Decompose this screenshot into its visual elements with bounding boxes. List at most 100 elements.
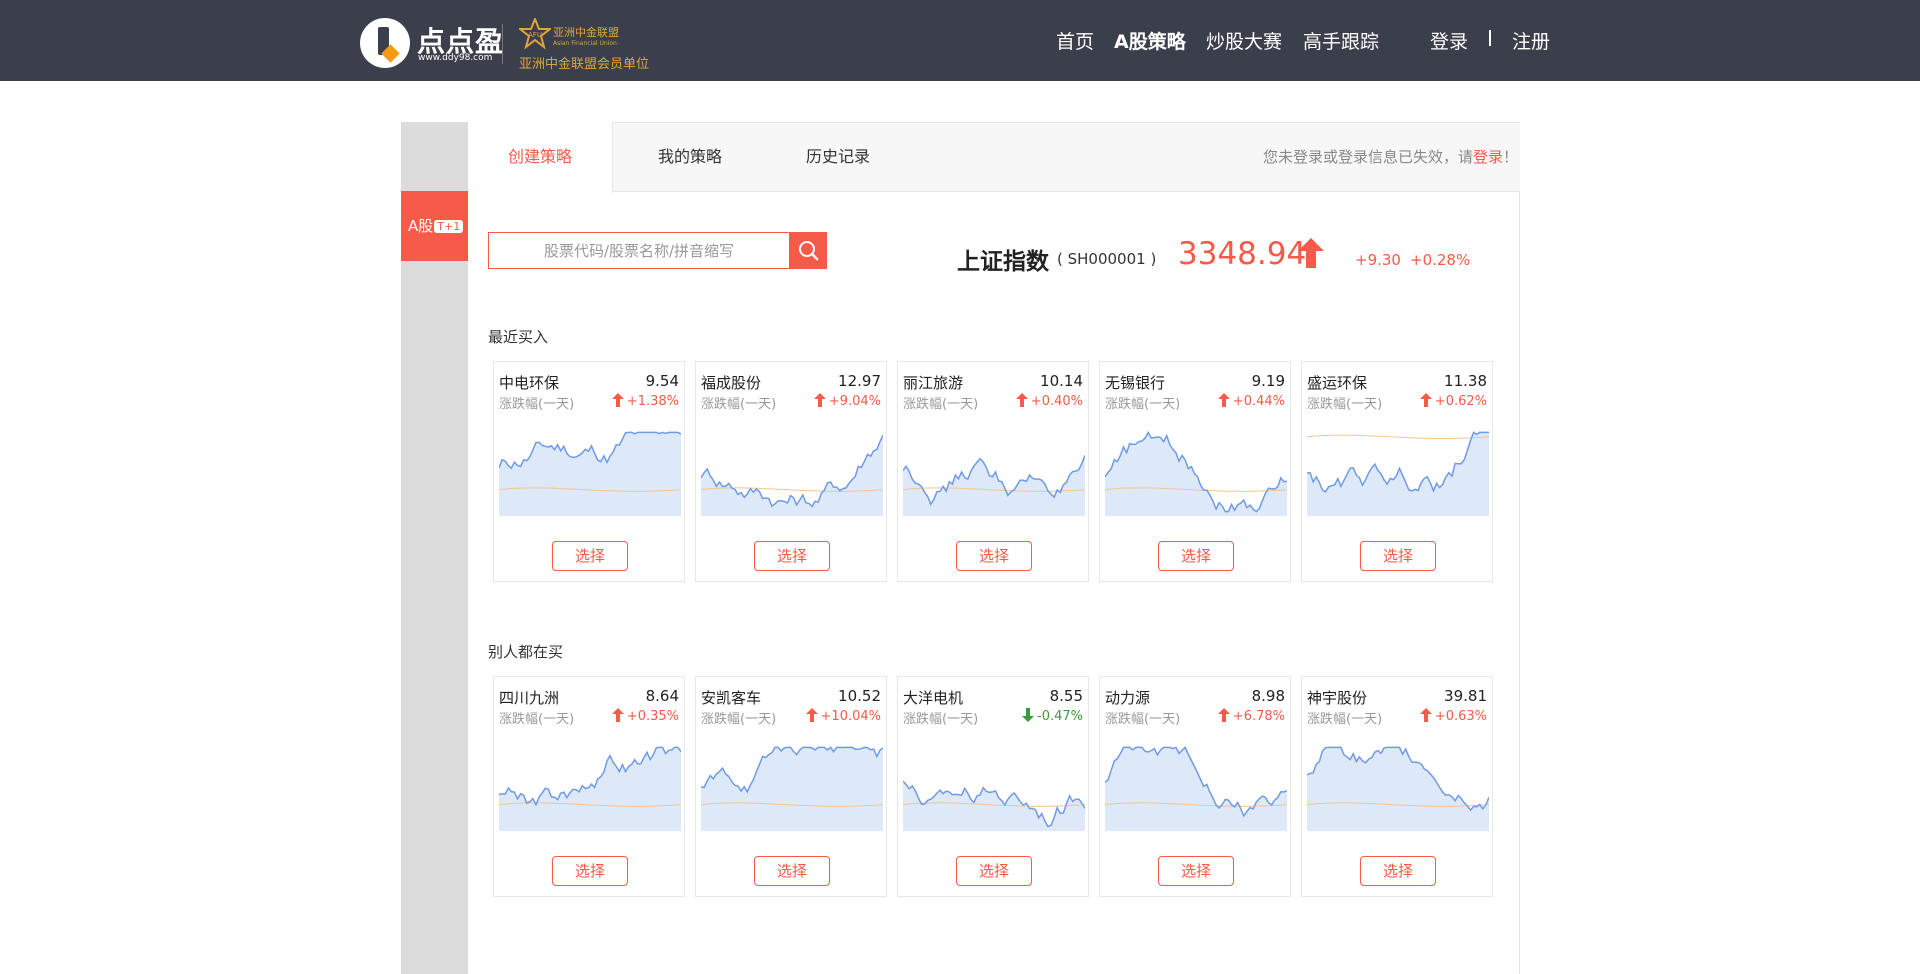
intraday-sparkline — [1105, 746, 1287, 831]
stock-change-label: 涨跌幅(一天) — [903, 397, 979, 412]
brand-logo-icon[interactable] — [360, 18, 410, 68]
up-arrow-icon — [1015, 393, 1028, 411]
sidebar-tab-a-share[interactable]: A股 T+1 — [401, 191, 468, 261]
select-button[interactable]: 选择 — [1158, 541, 1234, 571]
stock-change-value: +0.40% — [1030, 394, 1083, 409]
stock-name: 丽江旅游 — [903, 374, 964, 392]
sidebar-tab-label: A股 — [408, 217, 434, 235]
stock-card: 丽江旅游 10.14 涨跌幅(一天) +0.40% 选择 — [897, 361, 1089, 582]
stock-name: 动力源 — [1105, 689, 1151, 707]
select-button[interactable]: 选择 — [956, 856, 1032, 886]
stock-card: 神宇股份 39.81 涨跌幅(一天) +0.63% 选择 — [1301, 676, 1493, 897]
select-button[interactable]: 选择 — [1158, 856, 1234, 886]
login-link[interactable]: 登录 — [1430, 27, 1468, 54]
login-hint-link[interactable]: 登录 — [1473, 148, 1503, 166]
nav-trading-contest[interactable]: 炒股大赛 — [1206, 27, 1282, 54]
stock-card: 安凯客车 10.52 涨跌幅(一天) +10.04% 选择 — [695, 676, 887, 897]
intraday-sparkline — [701, 746, 883, 831]
select-button[interactable]: 选择 — [956, 541, 1032, 571]
stock-change-value: +9.04% — [828, 394, 881, 409]
intraday-sparkline — [499, 746, 681, 831]
stock-change: +10.04% — [805, 708, 881, 726]
stock-card: 动力源 8.98 涨跌幅(一天) +6.78% 选择 — [1099, 676, 1291, 897]
stock-name: 四川九洲 — [499, 689, 560, 707]
tab-create-strategy[interactable]: 创建策略 — [468, 122, 613, 193]
stock-change-value: +0.63% — [1434, 709, 1487, 724]
index-value: 3348.94 — [1178, 236, 1307, 272]
select-button[interactable]: 选择 — [552, 856, 628, 886]
search-button[interactable] — [790, 232, 827, 269]
select-button[interactable]: 选择 — [1360, 541, 1436, 571]
stock-name: 无锡银行 — [1105, 374, 1166, 392]
stock-change-value: +0.44% — [1232, 394, 1285, 409]
up-arrow-icon — [1419, 708, 1432, 726]
intraday-sparkline — [1307, 746, 1489, 831]
brand-divider — [502, 24, 503, 64]
select-button[interactable]: 选择 — [1360, 856, 1436, 886]
up-arrow-icon — [611, 708, 624, 726]
nav-a-share-strategy[interactable]: A股策略 — [1114, 27, 1186, 54]
afu-english-name: Asian Financial Union — [553, 40, 617, 47]
afu-name: 亚洲中金联盟 — [553, 26, 619, 39]
stock-change-value: +6.78% — [1232, 709, 1285, 724]
up-arrow-icon — [1419, 393, 1432, 411]
section-title-recent: 最近买入 — [488, 328, 549, 346]
stock-card: 无锡银行 9.19 涨跌幅(一天) +0.44% 选择 — [1099, 361, 1291, 582]
stock-name: 盛运环保 — [1307, 374, 1368, 392]
index-code: ( SH000001 ) — [1057, 250, 1157, 268]
intraday-sparkline — [1105, 430, 1287, 516]
stock-change: +1.38% — [611, 393, 679, 411]
stock-price: 12.97 — [838, 372, 881, 390]
stock-card: 福成股份 12.97 涨跌幅(一天) +9.04% 选择 — [695, 361, 887, 582]
register-link[interactable]: 注册 — [1512, 27, 1550, 54]
stock-search-input[interactable] — [489, 233, 789, 268]
stock-card: 大洋电机 8.55 涨跌幅(一天) -0.47% 选择 — [897, 676, 1089, 897]
stock-change-value: +0.35% — [626, 709, 679, 724]
stock-change: +0.44% — [1217, 393, 1285, 411]
section-title-others: 别人都在买 — [488, 643, 564, 661]
stock-change-value: -0.47% — [1037, 709, 1083, 724]
stock-price: 10.14 — [1040, 372, 1083, 390]
stock-price: 8.98 — [1251, 687, 1285, 705]
stock-change-value: +1.38% — [626, 394, 679, 409]
stock-price: 8.64 — [645, 687, 679, 705]
intraday-sparkline — [1307, 431, 1489, 516]
intraday-sparkline — [701, 434, 883, 516]
stock-price: 39.81 — [1444, 687, 1487, 705]
down-arrow-icon — [1022, 708, 1034, 726]
nav-expert-tracking[interactable]: 高手跟踪 — [1303, 27, 1379, 54]
stock-price: 10.52 — [838, 687, 881, 705]
tab-history[interactable]: 历史记录 — [768, 122, 908, 192]
login-hint: 您未登录或登录信息已失效，请登录！ — [1263, 146, 1518, 167]
login-hint-suffix: ！ — [1502, 148, 1518, 166]
nav-home[interactable]: 首页 — [1056, 27, 1094, 54]
stock-name: 福成股份 — [701, 374, 762, 392]
stock-change-value: +0.62% — [1434, 394, 1487, 409]
tab-my-strategy[interactable]: 我的策略 — [620, 122, 760, 192]
stock-price: 9.54 — [645, 372, 679, 390]
up-arrow-icon — [1217, 708, 1230, 726]
index-change-percent: +0.28% — [1410, 251, 1471, 269]
stock-change: +9.04% — [813, 393, 881, 411]
select-button[interactable]: 选择 — [754, 541, 830, 571]
nav-divider — [1489, 30, 1491, 46]
search-icon — [799, 241, 819, 261]
select-button[interactable]: 选择 — [552, 541, 628, 571]
stock-change-label: 涨跌幅(一天) — [701, 712, 777, 727]
stock-name: 安凯客车 — [701, 689, 762, 707]
stock-card: 四川九洲 8.64 涨跌幅(一天) +0.35% 选择 — [493, 676, 685, 897]
stock-change-label: 涨跌幅(一天) — [701, 397, 777, 412]
stock-price: 8.55 — [1049, 687, 1083, 705]
stock-search-box — [488, 232, 790, 269]
stock-price: 11.38 — [1444, 372, 1487, 390]
stock-change-label: 涨跌幅(一天) — [903, 712, 979, 727]
stock-name: 神宇股份 — [1307, 689, 1368, 707]
index-up-arrow-icon — [1298, 238, 1324, 268]
top-navbar — [0, 0, 1920, 81]
login-hint-text: 您未登录或登录信息已失效，请 — [1262, 148, 1473, 166]
select-button[interactable]: 选择 — [754, 856, 830, 886]
t-plus-one-badge: T+1 — [434, 220, 464, 233]
intraday-sparkline — [903, 780, 1085, 831]
intraday-sparkline — [499, 431, 681, 516]
stock-card: 中电环保 9.54 涨跌幅(一天) +1.38% 选择 — [493, 361, 685, 582]
